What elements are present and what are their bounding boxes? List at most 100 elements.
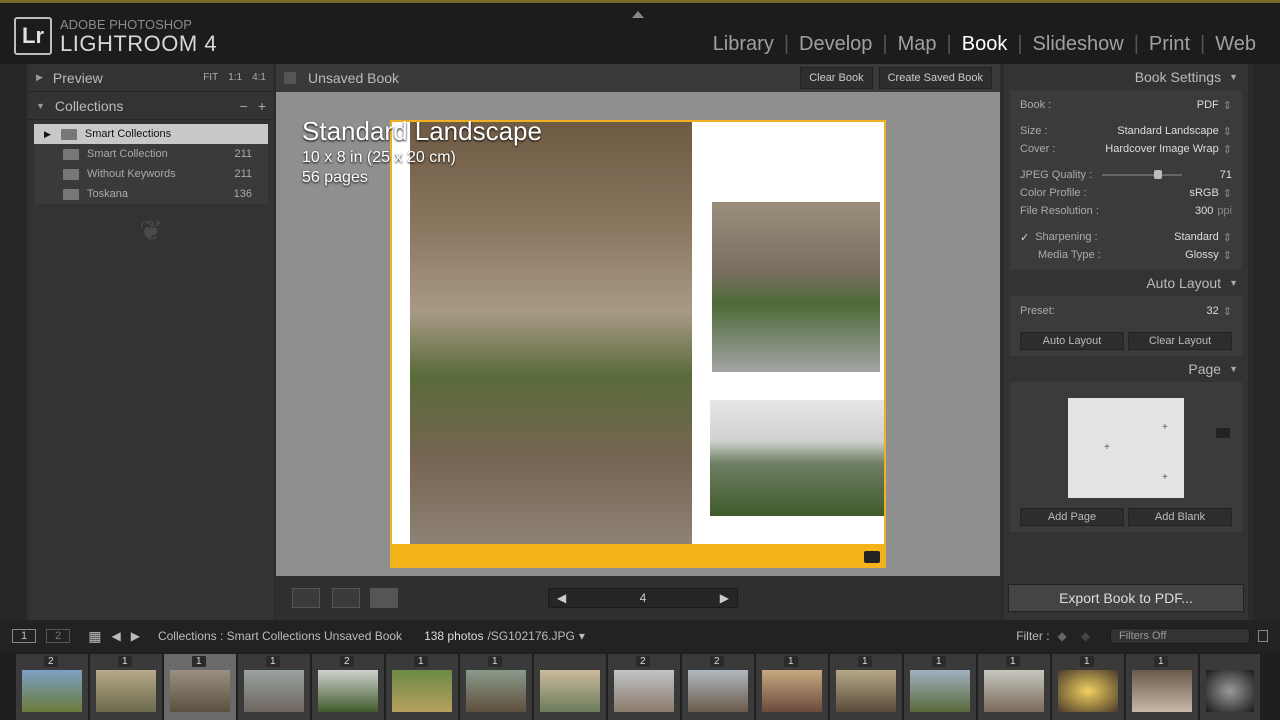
size-select[interactable]: Standard Landscape bbox=[1117, 125, 1219, 137]
page-layout-menu-icon[interactable] bbox=[1216, 428, 1230, 438]
collection-icon bbox=[63, 188, 79, 200]
sharpening-checkbox[interactable]: ✓ bbox=[1020, 231, 1029, 244]
top-bar: Lr ADOBE PHOTOSHOP LIGHTROOM 4 Library | … bbox=[0, 0, 1280, 64]
book-icon bbox=[284, 72, 296, 84]
media-type-select[interactable]: Glossy bbox=[1185, 249, 1219, 261]
module-develop[interactable]: Develop bbox=[789, 33, 882, 56]
page-body: + + + Add Page Add Blank bbox=[1010, 382, 1242, 532]
expand-triangle-icon: ▶ bbox=[36, 72, 43, 82]
film-thumb[interactable] bbox=[1200, 654, 1260, 720]
right-edge-toggle[interactable] bbox=[1254, 64, 1280, 620]
page-menu-icon[interactable] bbox=[864, 551, 880, 563]
forward-icon[interactable]: ▶ bbox=[131, 629, 140, 643]
film-thumb[interactable]: 1 bbox=[1052, 654, 1124, 720]
collection-smart-collections[interactable]: ▶ Smart Collections bbox=[34, 124, 268, 144]
back-icon[interactable]: ◀ bbox=[111, 629, 120, 643]
color-profile-select[interactable]: sRGB bbox=[1189, 187, 1218, 199]
module-web[interactable]: Web bbox=[1205, 33, 1266, 56]
monitor-1-button[interactable]: 1 bbox=[12, 629, 37, 643]
film-thumb[interactable]: 1 bbox=[1126, 654, 1198, 720]
film-thumb[interactable]: 1 bbox=[978, 654, 1050, 720]
cover-select[interactable]: Hardcover Image Wrap bbox=[1105, 143, 1219, 155]
photo-cell-2[interactable] bbox=[712, 202, 880, 372]
remove-collection-icon[interactable]: − bbox=[240, 98, 248, 114]
source-path[interactable]: Collections : Smart Collections Unsaved … bbox=[158, 629, 402, 643]
module-book[interactable]: Book bbox=[952, 33, 1018, 56]
auto-layout-header[interactable]: Auto Layout ▼ bbox=[1004, 270, 1248, 296]
photo-count: 138 photos bbox=[424, 629, 484, 643]
film-thumb[interactable]: 2 bbox=[608, 654, 680, 720]
export-book-button[interactable]: Export Book to PDF... bbox=[1008, 584, 1244, 612]
filmstrip-bar: 1 2 ▦ ◀ ▶ Collections : Smart Collection… bbox=[0, 620, 1280, 652]
page-layout-preview[interactable]: + + + bbox=[1068, 398, 1184, 498]
collection-smart-collection[interactable]: Smart Collection 211 bbox=[34, 144, 268, 164]
film-thumb[interactable]: 1 bbox=[238, 654, 310, 720]
filter-flag-icon[interactable]: ◆ bbox=[1058, 629, 1067, 643]
next-page-icon[interactable]: ▶ bbox=[720, 591, 729, 605]
film-thumb[interactable]: 1 bbox=[756, 654, 828, 720]
module-slideshow[interactable]: Slideshow bbox=[1023, 33, 1134, 56]
monitor-2-button[interactable]: 2 bbox=[46, 629, 71, 643]
add-blank-button[interactable]: Add Blank bbox=[1128, 508, 1232, 526]
auto-layout-button[interactable]: Auto Layout bbox=[1020, 332, 1124, 350]
previous-page-icon[interactable]: ◀ bbox=[557, 591, 566, 605]
smart-collection-icon bbox=[63, 168, 79, 180]
spread-view-icon[interactable] bbox=[332, 588, 360, 608]
collapse-triangle-icon: ▼ bbox=[1229, 364, 1238, 374]
module-map[interactable]: Map bbox=[888, 33, 947, 56]
book-info-overlay: Standard Landscape 10 x 8 in (25 x 20 cm… bbox=[302, 116, 542, 187]
filters-select[interactable]: Filters Off bbox=[1110, 628, 1250, 644]
smart-collection-icon bbox=[63, 148, 79, 160]
chevron-down-icon[interactable]: ▾ bbox=[579, 629, 585, 643]
filter-lock-icon[interactable] bbox=[1258, 630, 1268, 642]
single-page-view-icon[interactable] bbox=[370, 588, 398, 608]
preview-title: Preview bbox=[52, 69, 103, 86]
film-thumb-selected[interactable]: 1 bbox=[164, 654, 236, 720]
module-print[interactable]: Print bbox=[1139, 33, 1200, 56]
current-file[interactable]: /SG102176.JPG bbox=[487, 629, 574, 643]
photo-cell-3[interactable] bbox=[710, 400, 884, 516]
add-page-button[interactable]: Add Page bbox=[1020, 508, 1124, 526]
book-settings-header[interactable]: Book Settings ▼ bbox=[1004, 64, 1248, 90]
jpeg-quality-value[interactable]: 71 bbox=[1220, 169, 1232, 181]
collections-panel-header[interactable]: ▼ Collections − + bbox=[28, 92, 274, 120]
zoom-1-1[interactable]: 1:1 bbox=[228, 72, 242, 83]
film-thumb[interactable]: 1 bbox=[386, 654, 458, 720]
preview-panel-header[interactable]: ▶ Preview FIT 1:1 4:1 bbox=[28, 64, 274, 92]
film-thumb[interactable]: 2 bbox=[312, 654, 384, 720]
grid-icon[interactable]: ▦ bbox=[88, 628, 101, 645]
book-size: 10 x 8 in (25 x 20 cm) bbox=[302, 149, 456, 166]
multi-page-view-icon[interactable] bbox=[292, 588, 320, 608]
page-header[interactable]: Page ▼ bbox=[1004, 356, 1248, 382]
create-saved-book-button[interactable]: Create Saved Book bbox=[878, 67, 992, 89]
film-thumb[interactable]: 1 bbox=[830, 654, 902, 720]
film-thumb[interactable]: 1 bbox=[904, 654, 976, 720]
collections-list: ▶ Smart Collections Smart Collection 211… bbox=[34, 124, 268, 204]
zoom-4-1[interactable]: 4:1 bbox=[252, 72, 266, 83]
collapse-top-icon[interactable] bbox=[632, 11, 644, 18]
book-spread[interactable] bbox=[390, 120, 886, 568]
film-thumb[interactable]: 2 bbox=[16, 654, 88, 720]
jpeg-quality-slider[interactable] bbox=[1102, 170, 1183, 179]
zoom-fit[interactable]: FIT bbox=[203, 72, 218, 83]
filter-flag-icon-2[interactable]: ◆ bbox=[1081, 629, 1090, 643]
left-edge-toggle[interactable] bbox=[0, 64, 26, 620]
module-library[interactable]: Library bbox=[703, 33, 784, 56]
preset-select[interactable]: 32 bbox=[1207, 305, 1219, 317]
film-thumb[interactable]: 1 bbox=[90, 654, 162, 720]
collection-toskana[interactable]: Toskana 136 bbox=[34, 184, 268, 204]
clear-layout-button[interactable]: Clear Layout bbox=[1128, 332, 1232, 350]
add-collection-icon[interactable]: + bbox=[258, 98, 266, 114]
book-title: Unsaved Book bbox=[308, 70, 400, 86]
expand-triangle-icon[interactable]: ▶ bbox=[44, 129, 51, 140]
file-resolution-value[interactable]: 300 bbox=[1195, 205, 1213, 217]
book-type-select[interactable]: PDF bbox=[1197, 99, 1219, 111]
sharpening-select[interactable]: Standard bbox=[1174, 231, 1219, 243]
book-toolbar: ◀ 4 ▶ bbox=[276, 576, 1000, 620]
collection-without-keywords[interactable]: Without Keywords 211 bbox=[34, 164, 268, 184]
film-thumb[interactable]: 2 bbox=[682, 654, 754, 720]
film-thumb[interactable]: 1 bbox=[460, 654, 532, 720]
film-thumb[interactable] bbox=[534, 654, 606, 720]
clear-book-button[interactable]: Clear Book bbox=[800, 67, 873, 89]
page-selection-bar[interactable] bbox=[392, 544, 884, 566]
